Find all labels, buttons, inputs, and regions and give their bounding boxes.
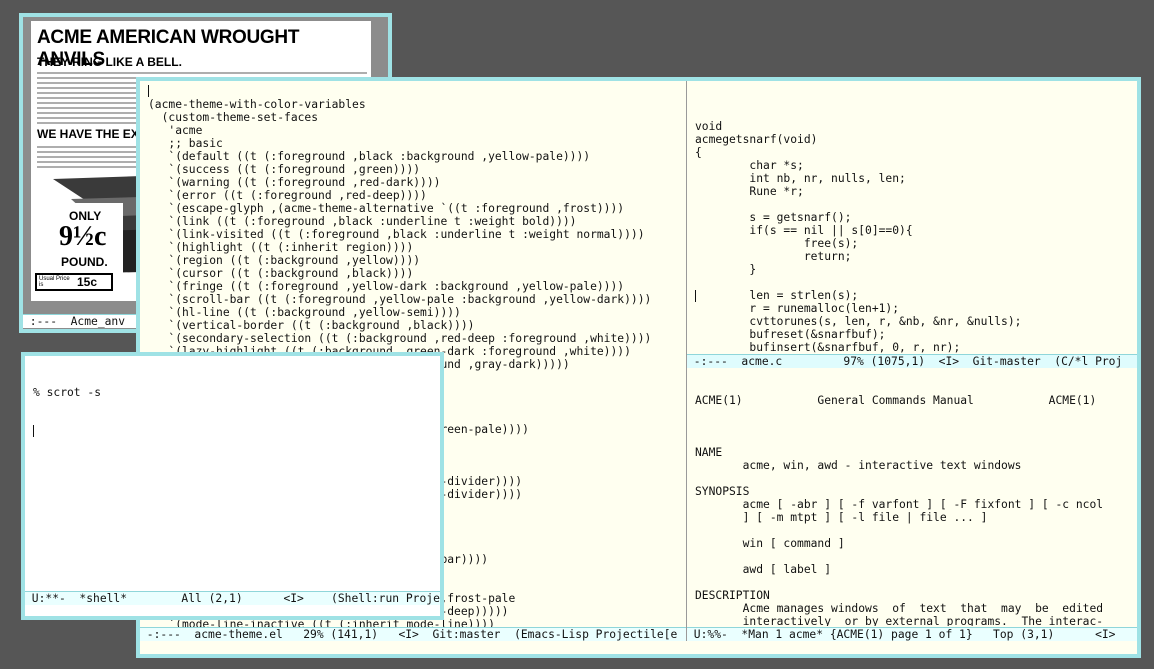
code-line: `(warning ((t (:foreground ,red-dark)))) bbox=[148, 176, 441, 189]
code-line: `(success ((t (:foreground ,green)))) bbox=[148, 163, 421, 176]
right-top-fringe-marker bbox=[695, 290, 696, 302]
code-line: acmegetsnarf(void) bbox=[695, 133, 818, 146]
code-line: (custom-theme-set-faces bbox=[148, 111, 319, 124]
right-top-modeline: -:--- acme.c 97% (1075,1) <I> Git-master… bbox=[687, 354, 1137, 368]
price-value: 9½c bbox=[59, 221, 107, 252]
man-line: acme [ -abr ] [ -f varfont ] [ -F fixfon… bbox=[695, 498, 1104, 511]
code-line: `(region ((t (:background ,yellow)))) bbox=[148, 254, 421, 267]
man-line: Acme manages windows of text that may be… bbox=[695, 602, 1104, 615]
code-line: int nb, nr, nulls, len; bbox=[695, 172, 906, 185]
code-line: `(highlight ((t (:inherit region)))) bbox=[148, 241, 414, 254]
shell-buffer[interactable]: % scrot -s bbox=[33, 360, 438, 590]
code-line: `(cursor ((t (:background ,black)))) bbox=[148, 267, 414, 280]
man-line bbox=[695, 472, 1137, 485]
code-line: `(default ((t (:foreground ,black :backg… bbox=[148, 150, 591, 163]
code-line: { bbox=[695, 146, 702, 159]
code-line: `(escape-glyph ,(acme-theme-alternative … bbox=[148, 202, 625, 215]
man-line bbox=[695, 524, 1137, 537]
code-line: `(secondary-selection ((t (:background ,… bbox=[148, 332, 652, 345]
code-line: r = runemalloc(len+1); bbox=[695, 302, 900, 315]
code-line: char *s; bbox=[695, 159, 804, 172]
usual-price-value: 15c bbox=[77, 275, 98, 289]
right-bottom-buffer-lines: NAME acme, win, awd - interactive text w… bbox=[695, 433, 1137, 626]
usual-price-label: Usual Price is bbox=[39, 276, 70, 288]
man-line: DESCRIPTION bbox=[695, 589, 770, 602]
man-line: ] [ -m mtpt ] [ -l file | file ... ] bbox=[695, 511, 988, 524]
code-line: `(link-visited ((t (:foreground ,black :… bbox=[148, 228, 645, 241]
code-line: (acme-theme-with-color-variables bbox=[148, 98, 366, 111]
code-line: `(hl-line ((t (:background ,yellow-semi)… bbox=[148, 306, 461, 319]
usual-price-box: Usual Price is 15c bbox=[35, 273, 113, 291]
shell-window[interactable]: % scrot -s U:**- *shell* All (2,1) <I> (… bbox=[21, 352, 444, 620]
man-line: win [ command ] bbox=[695, 537, 845, 550]
man-line bbox=[695, 576, 1137, 589]
right-top-buffer-text[interactable]: void acmegetsnarf(void){ char *s; int nb,… bbox=[695, 94, 1137, 356]
code-line: `(vertical-border ((t (:background ,blac… bbox=[148, 319, 475, 332]
man-line: SYNOPSIS bbox=[695, 485, 750, 498]
code-line: if(s == nil || s[0]==0){ bbox=[695, 224, 913, 237]
man-line: NAME bbox=[695, 446, 723, 459]
left-buffer-cursor bbox=[148, 85, 149, 97]
code-line: len = strlen(s); bbox=[695, 289, 859, 302]
code-line: 'acme bbox=[148, 124, 203, 137]
code-line: cvttorunes(s, len, r, &nb, &nr, &nulls); bbox=[695, 315, 1022, 328]
shell-cursor bbox=[33, 425, 438, 438]
left-modeline: -:--- acme-theme.el 29% (141,1) <I> Git:… bbox=[140, 627, 686, 641]
man-line bbox=[695, 550, 1137, 563]
code-line: `(link ((t (:foreground ,black :underlin… bbox=[148, 215, 577, 228]
man-line: interactively or by external programs. T… bbox=[695, 615, 1104, 626]
code-line: bufinsert(&snarfbuf, 0, r, nr); bbox=[695, 341, 961, 354]
man-line: acme, win, awd - interactive text window… bbox=[695, 459, 1022, 472]
code-line: `(fringe ((t (:foreground ,yellow-dark :… bbox=[148, 280, 625, 293]
shell-modeline: U:**- *shell* All (2,1) <I> (Shell:run P… bbox=[25, 591, 440, 605]
code-line: free(s); bbox=[695, 237, 859, 250]
code-line: ;; basic bbox=[148, 137, 223, 150]
code-line: `(scroll-bar ((t (:foreground ,yellow-pa… bbox=[148, 293, 652, 306]
right-top-buffer-lines: void acmegetsnarf(void){ char *s; int nb,… bbox=[695, 120, 1137, 356]
shell-prompt-line: % scrot -s bbox=[33, 386, 102, 399]
man-page-header: ACME(1) General Commands Manual ACME(1) bbox=[695, 394, 1097, 407]
man-line: awd [ label ] bbox=[695, 563, 832, 576]
code-line: } bbox=[695, 263, 757, 276]
man-line bbox=[695, 433, 1137, 446]
code-line: bufreset(&snarfbuf); bbox=[695, 328, 886, 341]
right-bottom-modeline: U:%%- *Man 1 acme* {ACME(1) page 1 of 1}… bbox=[687, 627, 1137, 641]
code-line: void bbox=[695, 120, 723, 133]
code-line: s = getsnarf(); bbox=[695, 211, 852, 224]
right-bottom-buffer-text[interactable]: ACME(1) General Commands Manual ACME(1) … bbox=[695, 368, 1137, 626]
code-line: Rune *r; bbox=[695, 185, 804, 198]
price-unit: POUND. bbox=[61, 255, 108, 269]
code-line: return; bbox=[695, 250, 852, 263]
code-line: `(error ((t (:foreground ,red-deep)))) bbox=[148, 189, 427, 202]
